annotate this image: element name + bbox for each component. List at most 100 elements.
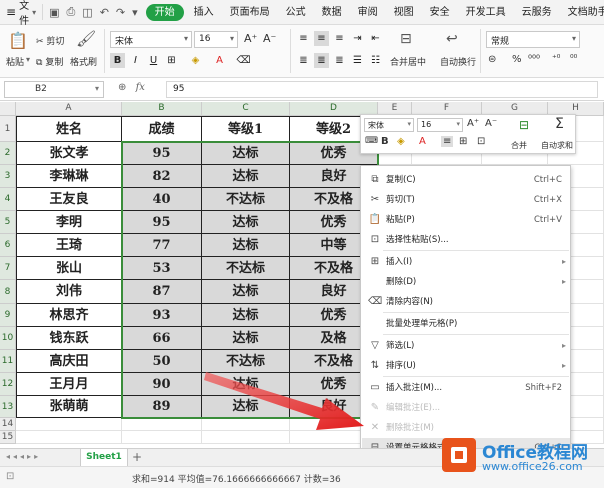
- table-cell[interactable]: 达标: [202, 327, 290, 350]
- tab-page-layout[interactable]: 页面布局: [222, 0, 278, 25]
- table-cell[interactable]: 高庆田: [16, 350, 122, 373]
- font-size-select[interactable]: 16 ▾: [194, 31, 238, 48]
- menu-item-clear-contents[interactable]: ⌫ 清除内容(N): [362, 292, 570, 312]
- cut-button[interactable]: ✂ 剪切: [36, 34, 64, 47]
- mini-autosum-button[interactable]: 自动求和: [541, 140, 573, 151]
- justify-icon[interactable]: ☰: [350, 53, 365, 68]
- select-all-corner[interactable]: [0, 102, 16, 116]
- table-cell[interactable]: 达标: [202, 211, 290, 234]
- tab-developer[interactable]: 开发工具: [458, 0, 514, 25]
- font-color-icon[interactable]: A: [212, 53, 227, 68]
- align-icon[interactable]: ≡: [441, 136, 454, 147]
- bold-button[interactable]: B: [110, 53, 125, 68]
- column-header[interactable]: A: [16, 102, 122, 116]
- file-menu[interactable]: ≡ 文件 ▾: [0, 0, 42, 27]
- table-header-cell[interactable]: 成绩: [122, 116, 202, 142]
- row-header[interactable]: 2: [0, 142, 16, 165]
- tab-insert[interactable]: 插入: [186, 0, 222, 25]
- align-bottom-icon[interactable]: ≡: [332, 31, 347, 46]
- table-cell[interactable]: 不达标: [202, 188, 290, 211]
- format-painter-icon[interactable]: ⌨: [365, 136, 378, 146]
- format-painter-icon[interactable]: 🖌: [76, 29, 96, 48]
- empty-cell[interactable]: [122, 431, 202, 444]
- table-cell[interactable]: 张萌萌: [16, 396, 122, 418]
- table-cell[interactable]: 53: [122, 257, 202, 280]
- fill-color-icon[interactable]: ◈: [397, 136, 405, 147]
- percent-icon[interactable]: %: [512, 54, 522, 65]
- menu-item-paste[interactable]: 📋 粘贴(P) Ctrl+V: [362, 210, 570, 230]
- tab-home[interactable]: 开始: [145, 3, 184, 21]
- table-cell[interactable]: 不达标: [202, 350, 290, 373]
- chevron-down-icon[interactable]: ▾: [132, 6, 138, 19]
- menu-item-delete[interactable]: 删除(D) ▸: [362, 272, 570, 292]
- table-cell[interactable]: 达标: [202, 165, 290, 188]
- tab-review[interactable]: 审阅: [350, 0, 386, 25]
- table-cell[interactable]: 达标: [202, 396, 290, 418]
- row-header[interactable]: 14: [0, 418, 16, 431]
- table-cell[interactable]: 刘伟: [16, 280, 122, 304]
- table-cell[interactable]: 95: [122, 142, 202, 165]
- empty-cell[interactable]: [202, 431, 290, 444]
- border-icon[interactable]: ⊞: [164, 53, 179, 68]
- table-cell[interactable]: 钱东跃: [16, 327, 122, 350]
- table-cell[interactable]: 93: [122, 304, 202, 327]
- border-icon[interactable]: ⊞: [459, 136, 467, 147]
- fx-icon[interactable]: fx: [136, 82, 145, 93]
- table-cell[interactable]: 90: [122, 373, 202, 396]
- decrease-font-icon[interactable]: A⁻: [263, 32, 276, 45]
- italic-button[interactable]: I: [128, 53, 143, 68]
- menu-item-filter[interactable]: ▽ 筛选(L) ▸: [362, 336, 570, 356]
- tab-formulas[interactable]: 公式: [278, 0, 314, 25]
- table-cell[interactable]: 张文孝: [16, 142, 122, 165]
- print-icon[interactable]: ⎙: [66, 5, 75, 19]
- sum-icon[interactable]: Σ: [555, 116, 564, 132]
- table-cell[interactable]: 达标: [202, 280, 290, 304]
- bold-icon[interactable]: B: [381, 136, 389, 147]
- row-header[interactable]: 11: [0, 350, 16, 373]
- table-cell[interactable]: 李明: [16, 211, 122, 234]
- macro-icon[interactable]: ⊡: [6, 471, 14, 482]
- decrease-decimal-icon[interactable]: ⁰⁰: [570, 54, 577, 64]
- tab-doc-assistant[interactable]: 文档助手: [560, 0, 604, 25]
- add-sheet-icon[interactable]: +: [132, 450, 142, 464]
- empty-cell[interactable]: [16, 431, 122, 444]
- table-cell[interactable]: 82: [122, 165, 202, 188]
- wrap-text-button[interactable]: 自动换行: [440, 55, 476, 68]
- column-header[interactable]: B: [122, 102, 202, 116]
- chevron-down-icon[interactable]: ▾: [26, 55, 30, 64]
- save-icon[interactable]: ▣: [49, 6, 59, 19]
- sheet-tab-sheet1[interactable]: Sheet1: [80, 449, 128, 466]
- zoom-icon[interactable]: ⊕: [118, 82, 126, 93]
- format-cells-icon[interactable]: ⊡: [477, 136, 485, 147]
- tab-data[interactable]: 数据: [314, 0, 350, 25]
- underline-button[interactable]: U: [146, 53, 161, 68]
- table-cell[interactable]: 达标: [202, 142, 290, 165]
- table-cell[interactable]: 李琳琳: [16, 165, 122, 188]
- menu-item-copy[interactable]: ⧉ 复制(C) Ctrl+C: [362, 170, 570, 190]
- table-header-cell[interactable]: 姓名: [16, 116, 122, 142]
- row-header[interactable]: 9: [0, 304, 16, 327]
- formula-input[interactable]: 95: [166, 81, 598, 98]
- merge-icon[interactable]: ⊟: [519, 118, 529, 132]
- menu-item-batch-process[interactable]: 批量处理单元格(P): [362, 314, 570, 334]
- table-cell[interactable]: 50: [122, 350, 202, 373]
- table-cell[interactable]: 张山: [16, 257, 122, 280]
- table-cell[interactable]: 王月月: [16, 373, 122, 396]
- menu-item-paste-special[interactable]: ⊡ 选择性粘贴(S)...: [362, 230, 570, 250]
- menu-item-sort[interactable]: ⇅ 排序(U) ▸: [362, 356, 570, 376]
- merge-center-button[interactable]: 合并居中: [390, 55, 426, 68]
- menu-item-insert[interactable]: ⊞ 插入(I) ▸: [362, 252, 570, 272]
- tab-view[interactable]: 视图: [386, 0, 422, 25]
- table-cell[interactable]: 87: [122, 280, 202, 304]
- wrap-text-icon[interactable]: ↩: [446, 31, 458, 47]
- align-right-icon[interactable]: ≣: [332, 53, 347, 68]
- row-header[interactable]: 6: [0, 234, 16, 257]
- table-cell[interactable]: 达标: [202, 234, 290, 257]
- preview-icon[interactable]: ◫: [82, 6, 92, 19]
- redo-icon[interactable]: ↷: [116, 6, 125, 19]
- table-cell[interactable]: 95: [122, 211, 202, 234]
- merge-center-icon[interactable]: ⊟: [400, 31, 412, 47]
- fill-color-icon[interactable]: ◈: [188, 53, 203, 68]
- font-name-select[interactable]: 宋体 ▾: [110, 31, 192, 48]
- name-box[interactable]: B2 ▾: [4, 81, 104, 98]
